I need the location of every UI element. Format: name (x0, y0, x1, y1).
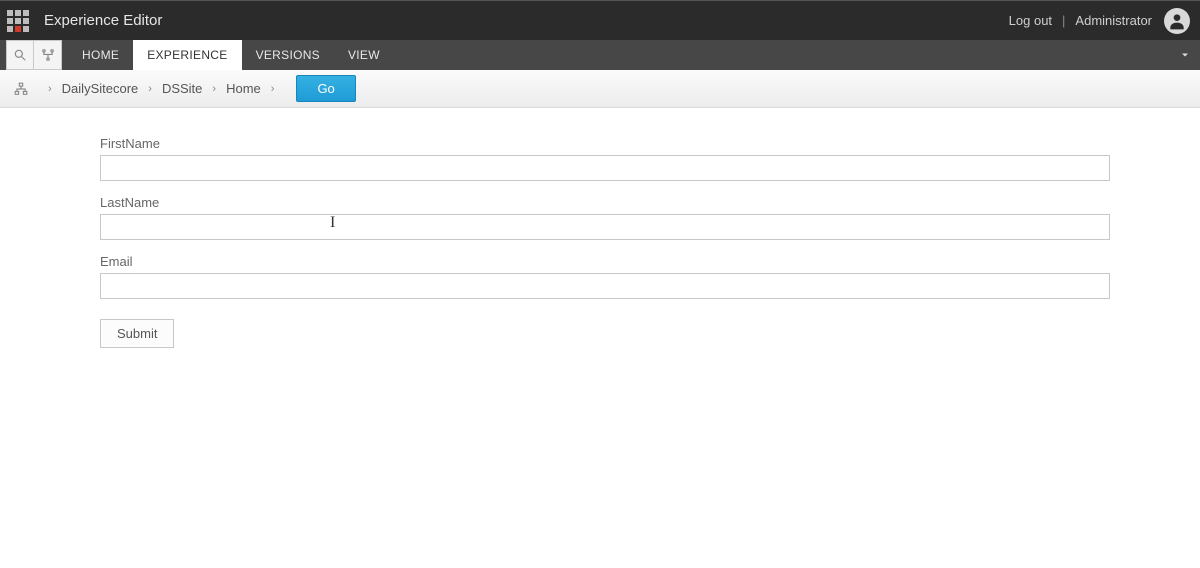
field-label: LastName (100, 195, 1110, 210)
ribbon-search-button[interactable] (6, 40, 34, 70)
tab-view[interactable]: VIEW (334, 40, 394, 70)
go-button[interactable]: Go (296, 75, 355, 102)
ribbon-expand-button[interactable] (1170, 40, 1200, 70)
sitemap-icon[interactable] (14, 82, 28, 96)
email-input[interactable] (100, 273, 1110, 299)
page-content: FirstName LastName Email Submit (0, 108, 1200, 348)
breadcrumb-item[interactable]: Home (226, 81, 261, 96)
tab-experience[interactable]: EXPERIENCE (133, 40, 241, 70)
form: FirstName LastName Email Submit (100, 136, 1110, 348)
breadcrumb-bar: › DailySitecore › DSSite › Home › Go (0, 70, 1200, 108)
lastname-input[interactable] (100, 214, 1110, 240)
field-label: FirstName (100, 136, 1110, 151)
field-row-lastname: LastName (100, 195, 1110, 240)
ribbon-sitemap-button[interactable] (34, 40, 62, 70)
field-label: Email (100, 254, 1110, 269)
breadcrumb-item[interactable]: DailySitecore (62, 81, 139, 96)
chevron-right-icon: › (148, 83, 152, 95)
ribbon-tabs: HOME EXPERIENCE VERSIONS VIEW (68, 40, 394, 70)
top-bar: Experience Editor Log out | Administrato… (0, 0, 1200, 40)
breadcrumb-item[interactable]: DSSite (162, 81, 202, 96)
tab-home[interactable]: HOME (68, 40, 133, 70)
user-link[interactable]: Administrator (1075, 13, 1152, 28)
chevron-right-icon: › (48, 83, 52, 95)
tab-versions[interactable]: VERSIONS (242, 40, 334, 70)
chevron-right-icon: › (212, 83, 216, 95)
avatar[interactable] (1164, 8, 1190, 34)
submit-button[interactable]: Submit (100, 319, 174, 348)
chevron-right-icon: › (271, 83, 275, 95)
ribbon: HOME EXPERIENCE VERSIONS VIEW (0, 40, 1200, 70)
firstname-input[interactable] (100, 155, 1110, 181)
app-title: Experience Editor (44, 12, 162, 29)
field-row-firstname: FirstName (100, 136, 1110, 181)
app-launcher-icon[interactable] (0, 1, 36, 41)
logout-link[interactable]: Log out (1009, 13, 1052, 28)
field-row-email: Email (100, 254, 1110, 299)
topbar-separator: | (1062, 13, 1065, 28)
